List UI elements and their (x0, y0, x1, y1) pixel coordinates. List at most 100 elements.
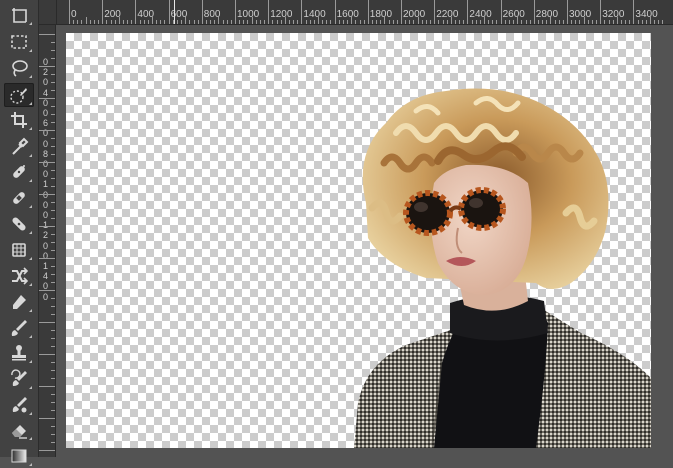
ruler-minor-tick (197, 20, 199, 24)
stamp-icon (12, 345, 26, 361)
ruler-minor-tick (496, 20, 498, 24)
ruler-tick (51, 106, 55, 107)
ruler-tick (51, 250, 55, 251)
ruler-tick (51, 138, 55, 139)
ruler-minor-tick (156, 20, 158, 24)
ruler-tick (51, 218, 55, 219)
ruler-tick (51, 42, 55, 43)
eyedropper-tool[interactable] (4, 135, 34, 159)
red-eye-tool[interactable] (4, 290, 34, 314)
ruler-minor-tick (122, 20, 124, 24)
mixer-brush-tool[interactable] (4, 393, 34, 417)
brush-tool[interactable] (4, 316, 34, 340)
eraser-tool[interactable] (4, 418, 34, 442)
ruler-minor-tick (562, 20, 564, 24)
ruler-label: 1800 (369, 9, 393, 20)
ruler-major-tick (268, 0, 270, 24)
ruler-minor-tick (85, 17, 87, 24)
ruler-minor-tick (81, 20, 83, 24)
ruler-tick (51, 266, 55, 267)
ruler-major-tick (102, 0, 104, 24)
remove-icon (12, 243, 26, 257)
ruler-minor-tick (293, 20, 295, 24)
healing-brush-tool[interactable] (4, 186, 34, 210)
ruler-minor-tick (529, 20, 531, 24)
ruler-label: 0 (42, 240, 48, 251)
content-aware-move-tool[interactable] (4, 264, 34, 288)
ruler-label: 200 (104, 9, 121, 20)
crop-tool[interactable] (4, 108, 34, 132)
patch-tool[interactable] (4, 212, 34, 236)
gradient-tool[interactable] (4, 444, 34, 468)
cursor-position-marker (174, 0, 175, 24)
tool-group-indicator (29, 154, 32, 157)
vertical-ruler[interactable]: 020400600800100012001400 (39, 24, 56, 457)
ruler-tick (51, 282, 55, 283)
lasso-tool[interactable] (4, 56, 34, 80)
ruler-label: 0 (41, 190, 50, 200)
ruler-major-tick (367, 0, 369, 24)
document-canvas[interactable] (66, 33, 651, 448)
ruler-label: 0 (42, 77, 48, 88)
ruler-tick (39, 98, 55, 99)
clone-stamp-tool[interactable] (4, 341, 34, 365)
ruler-minor-tick (525, 20, 527, 24)
ruler-major-tick (235, 0, 236, 24)
ruler-tick (51, 154, 55, 155)
ruler-major-tick (301, 0, 303, 24)
ruler-label: 0 (42, 210, 48, 220)
ruler-tick (39, 194, 55, 195)
ruler-label: 800 (203, 9, 221, 20)
ruler-minor-tick (463, 20, 465, 24)
ruler-tick (39, 226, 55, 227)
ruler-label: 1200 (270, 9, 293, 20)
ruler-label: 1600 (336, 9, 359, 20)
ruler-origin[interactable] (39, 0, 57, 25)
ruler-tick (39, 450, 55, 451)
marquee-icon (11, 35, 27, 49)
eraser-icon (12, 425, 27, 439)
history-brush-icon (11, 369, 27, 386)
rectangular-marquee-tool[interactable] (4, 30, 34, 54)
ruler-label: 2000 (403, 9, 426, 20)
ruler-label: 0 (42, 250, 48, 261)
cutout-portrait (354, 88, 651, 448)
horizontal-ruler[interactable]: 0 200 400 600 800 1000 1200 1400 1600 1800 2000 220… (39, 0, 673, 25)
remove-tool[interactable] (4, 238, 34, 262)
ruler-minor-tick (326, 20, 328, 24)
ruler-tick (39, 386, 55, 387)
ruler-tick (51, 274, 55, 275)
ruler-tick (51, 122, 55, 123)
mixer-brush-icon (12, 397, 27, 413)
history-brush-tool[interactable] (4, 367, 34, 391)
content-aware-move-icon (12, 267, 29, 285)
tool-group-indicator (29, 412, 32, 415)
bandage-icon (12, 217, 26, 231)
ruler-label: 0 (42, 291, 48, 302)
ruler-minor-tick (164, 20, 166, 24)
ruler-label: 0 (71, 9, 77, 20)
ruler-label: 2600 (502, 9, 525, 20)
artboard-icon (12, 8, 27, 23)
ruler-minor-tick (330, 20, 332, 24)
ruler-minor-tick (297, 20, 299, 24)
quick-selection-tool[interactable] (4, 83, 34, 107)
ruler-label: 0 (42, 108, 48, 118)
ruler-tick (51, 58, 55, 59)
ruler-tick (51, 50, 55, 51)
spot-healing-icon (13, 165, 25, 178)
ruler-label: 3000 (569, 9, 592, 20)
ruler-tick (51, 434, 55, 435)
spot-healing-brush-tool[interactable] (4, 160, 34, 184)
artboard-tool[interactable] (4, 3, 34, 27)
ruler-tick (39, 258, 55, 259)
ruler-minor-tick (425, 20, 427, 24)
ruler-minor-tick (226, 20, 228, 24)
tool-group-indicator (29, 102, 32, 105)
ruler-major-tick (201, 0, 203, 24)
tool-group-indicator (29, 309, 32, 312)
tool-group-indicator (29, 335, 32, 338)
ruler-major-tick (567, 0, 568, 24)
quick-selection-icon (10, 88, 27, 104)
ruler-minor-tick (596, 20, 598, 24)
